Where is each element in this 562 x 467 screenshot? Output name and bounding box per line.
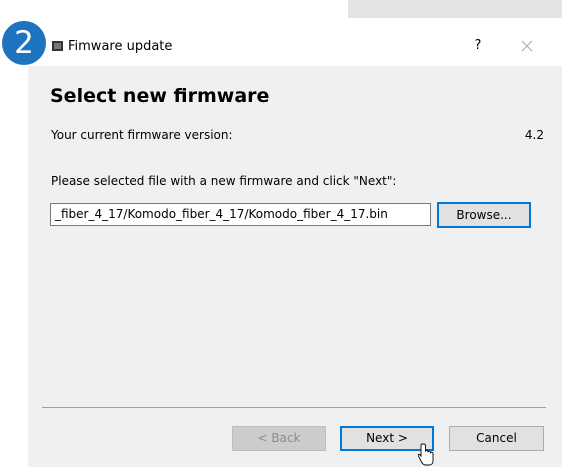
firmware-file-path-input[interactable]: _fiber_4_17/Komodo_fiber_4_17/Komodo_fib… [50,203,431,226]
page-heading: Select new firmware [50,85,270,107]
help-button[interactable]: ? [468,36,488,56]
close-icon[interactable] [516,35,538,57]
instruction-text: Please selected file with a new firmware… [51,174,397,188]
footer-separator [42,407,546,408]
window-title: Fimware update [68,39,173,54]
browse-button[interactable]: Browse... [437,202,531,228]
back-button[interactable]: < Back [232,426,326,451]
current-version-label: Your current firmware version: [51,128,233,142]
cancel-button[interactable]: Cancel [449,426,544,451]
step-number-badge: 2 [2,21,46,65]
app-icon [52,41,63,51]
background-window-strip [348,0,562,18]
mouse-cursor-icon [418,443,434,466]
current-version-value: 4.2 [524,128,544,142]
